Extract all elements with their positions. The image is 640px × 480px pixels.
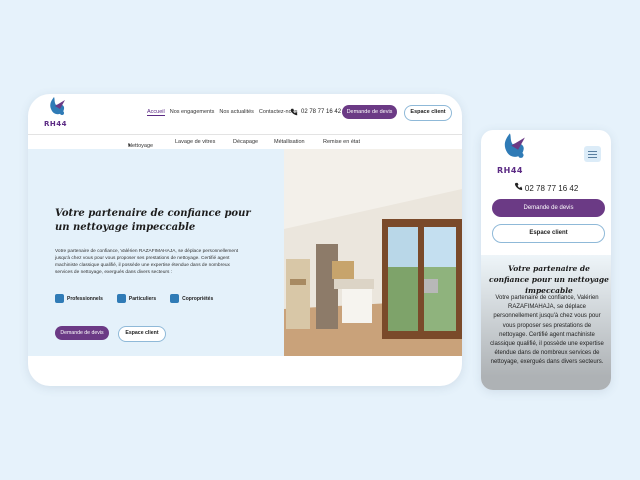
mobile-hero-paragraph: Votre partenaire de confiance, Valérien … <box>490 295 604 366</box>
feature-label: Copropriétés <box>182 295 214 302</box>
mobile-quote-button[interactable]: Demande de devis <box>492 199 605 217</box>
desktop-mockup: RH44 Accueil Nos engagements Nos actuali… <box>28 94 462 386</box>
nav-item-engagements[interactable]: Nos engagements <box>170 109 215 116</box>
submenu-item-metallisation[interactable]: Métallisation <box>274 139 305 145</box>
building-icon <box>170 294 180 303</box>
feature-particuliers: Particuliers <box>116 294 157 303</box>
mobile-client-button[interactable]: Espace client <box>492 224 605 243</box>
hamburger-menu-icon[interactable] <box>584 146 601 162</box>
nav-item-actualites[interactable]: Nos actualités <box>219 109 254 116</box>
service-submenu: Nettoyage ▾ Lavage de vitres Décapage Mé… <box>28 134 462 149</box>
mobile-phone-link[interactable]: 02 78 77 16 42 <box>481 182 611 193</box>
phone-icon <box>514 182 522 191</box>
feature-label: Professionnels <box>67 295 103 302</box>
mobile-mockup: RH44 02 78 77 16 42 Demande de devis Esp… <box>481 130 611 390</box>
person-icon <box>116 294 126 303</box>
submenu-item-decapage[interactable]: Décapage <box>233 139 258 145</box>
phone-link[interactable]: 02 78 77 16 42 <box>290 108 341 116</box>
submenu-item-remise[interactable]: Remise en état <box>323 139 360 145</box>
submenu-item-vitres[interactable]: Lavage de vitres <box>175 139 215 145</box>
hero-paragraph: Votre partenaire de confiance, Valérien … <box>55 249 239 275</box>
desktop-header: RH44 Accueil Nos engagements Nos actuali… <box>28 94 462 134</box>
logo[interactable]: RH44 <box>44 96 74 130</box>
briefcase-icon <box>55 294 64 303</box>
feature-professionnels: Professionnels <box>55 294 103 303</box>
feature-list: Professionnels Particuliers Copropriétés <box>55 294 213 303</box>
logo-drop-icon <box>504 133 525 158</box>
logo-drop-icon <box>50 97 65 115</box>
client-area-button[interactable]: Espace client <box>404 105 452 121</box>
main-nav: Accueil Nos engagements Nos actualités C… <box>147 109 297 116</box>
hero-client-button[interactable]: Espace client <box>118 326 166 342</box>
logo-text: RH44 <box>497 166 523 175</box>
nav-item-accueil[interactable]: Accueil <box>147 109 165 116</box>
feature-label: Particuliers <box>128 295 157 302</box>
mobile-hero-title: Votre partenaire de confiance pour un ne… <box>489 264 609 295</box>
quote-button[interactable]: Demande de devis <box>342 105 397 119</box>
phone-number: 02 78 77 16 42 <box>524 184 579 193</box>
phone-icon <box>290 108 298 116</box>
hero-quote-button[interactable]: Demande de devis <box>55 326 109 340</box>
room-illustration <box>284 149 462 356</box>
hero-photo <box>284 149 462 356</box>
feature-coproprietes: Copropriétés <box>170 294 213 303</box>
hero-title: Votre partenaire de confiance pour un ne… <box>55 208 251 233</box>
mobile-logo[interactable]: RH44 <box>497 132 531 178</box>
logo-text: RH44 <box>44 120 67 128</box>
phone-number: 02 78 77 16 42 <box>301 109 342 115</box>
